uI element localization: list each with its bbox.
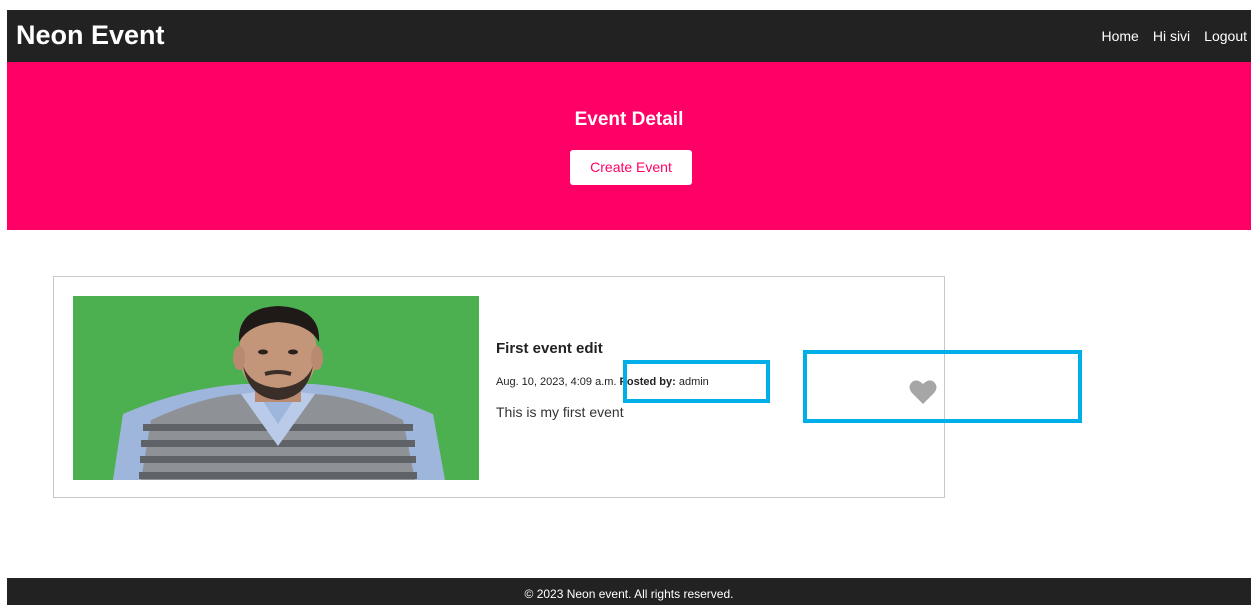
event-title: First event edit	[496, 340, 603, 357]
event-date: Aug. 10, 2023, 4:09 a.m.	[496, 376, 617, 388]
event-card: First event edit Aug. 10, 2023, 4:09 a.m…	[53, 276, 945, 498]
heart-icon	[909, 380, 937, 404]
like-button[interactable]	[909, 379, 937, 405]
footer-copyright: © 2023 Neon event. All rights reserved.	[524, 587, 734, 601]
page-title: Event Detail	[574, 109, 684, 130]
posted-by-label: Posted by:	[619, 376, 676, 388]
nav-user-greeting[interactable]: Hi sivi	[1153, 27, 1190, 45]
nav-logout-link[interactable]: Logout	[1204, 27, 1247, 45]
navbar: Neon Event Home Hi sivi Logout	[7, 10, 1251, 62]
nav-home-link[interactable]: Home	[1101, 27, 1138, 45]
footer: © 2023 Neon event. All rights reserved.	[7, 578, 1251, 605]
event-description: This is my first event	[496, 404, 624, 420]
create-event-button[interactable]: Create Event	[570, 150, 692, 185]
event-photo	[73, 296, 479, 480]
brand-logo[interactable]: Neon Event	[16, 19, 165, 51]
person-portrait-image	[73, 296, 479, 480]
event-meta: Aug. 10, 2023, 4:09 a.m. Posted by: admi…	[496, 375, 709, 389]
hero-banner: Event Detail Create Event	[7, 62, 1251, 230]
nav-links: Home Hi sivi Logout	[1101, 27, 1247, 45]
posted-by-author: admin	[678, 376, 709, 388]
